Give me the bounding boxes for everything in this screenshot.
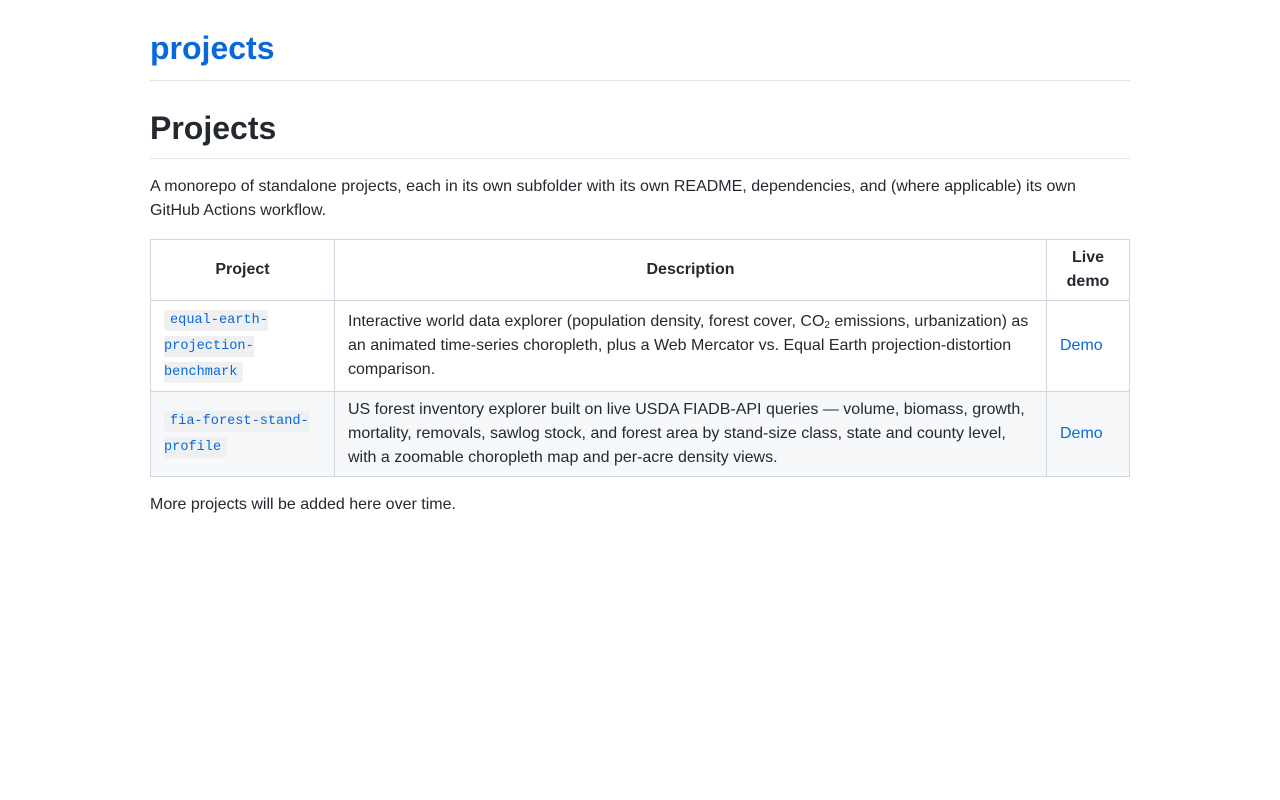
site-title-link[interactable]: projects [150, 28, 1130, 81]
page-heading: Projects [150, 108, 1130, 159]
project-name-code[interactable]: equal-earth-projection-benchmark [164, 310, 268, 383]
project-cell: fia-forest-stand-profile [150, 391, 335, 477]
description-cell: Interactive world data explorer (populat… [334, 300, 1047, 392]
table-header-row: Project Description Live demo [150, 239, 1130, 301]
table-row: equal-earth-projection-benchmark Interac… [150, 300, 1130, 392]
demo-link[interactable]: Demo [1060, 425, 1103, 442]
header-description: Description [334, 239, 1047, 301]
intro-paragraph: A monorepo of standalone projects, each … [150, 178, 1076, 219]
header-project: Project [150, 239, 335, 301]
projects-table: Project Description Live demo equal-eart… [150, 239, 1130, 477]
demo-link[interactable]: Demo [1060, 337, 1103, 354]
table-row: fia-forest-stand-profile US forest inven… [150, 391, 1130, 477]
page-container: projects Projects A monorepo of standalo… [150, 0, 1130, 517]
description-cell: US forest inventory explorer built on li… [334, 391, 1047, 477]
footer-note: More projects will be added here over ti… [150, 496, 456, 513]
project-cell: equal-earth-projection-benchmark [150, 300, 335, 392]
header-live-demo: Live demo [1046, 239, 1130, 301]
demo-cell: Demo [1046, 391, 1130, 477]
description-text: Interactive world data explorer (populat… [348, 313, 825, 330]
project-name-code[interactable]: fia-forest-stand-profile [164, 411, 309, 458]
demo-cell: Demo [1046, 300, 1130, 392]
